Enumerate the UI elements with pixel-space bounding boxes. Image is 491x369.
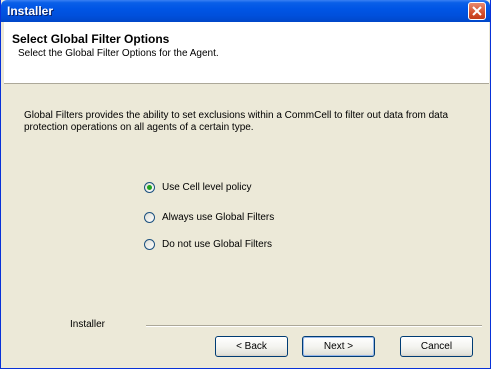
description-text: Global Filters provides the ability to s… xyxy=(24,110,449,133)
radio-button[interactable] xyxy=(144,238,155,250)
footer-divider xyxy=(146,325,482,327)
radio-button[interactable] xyxy=(144,211,155,223)
option-label: Use Cell level policy xyxy=(162,181,252,193)
back-button[interactable]: < Back xyxy=(215,336,288,357)
option-always-use-global-filters[interactable]: Always use Global Filters xyxy=(144,210,274,224)
option-label: Do not use Global Filters xyxy=(162,238,273,250)
title-bar[interactable]: Installer xyxy=(1,0,490,22)
window-title: Installer xyxy=(7,4,54,18)
dialog-header: Select Global Filter Options Select the … xyxy=(4,22,489,84)
page-subtitle: Select the Global Filter Options for the… xyxy=(18,48,219,59)
page-title: Select Global Filter Options xyxy=(12,32,170,46)
radio-button-selected[interactable] xyxy=(144,181,155,193)
next-button[interactable]: Next > xyxy=(302,336,375,357)
option-label: Always use Global Filters xyxy=(162,211,275,223)
installer-window: Installer Select Global Filter Options S… xyxy=(0,0,491,369)
footer-brand-label: Installer xyxy=(70,319,106,330)
dialog-body: Global Filters provides the ability to s… xyxy=(4,85,489,368)
option-do-not-use-global-filters[interactable]: Do not use Global Filters xyxy=(144,237,272,251)
cancel-button[interactable]: Cancel xyxy=(400,336,473,357)
option-use-cell-level-policy[interactable]: Use Cell level policy xyxy=(144,180,251,194)
close-icon xyxy=(472,6,482,16)
close-button[interactable] xyxy=(468,2,486,20)
